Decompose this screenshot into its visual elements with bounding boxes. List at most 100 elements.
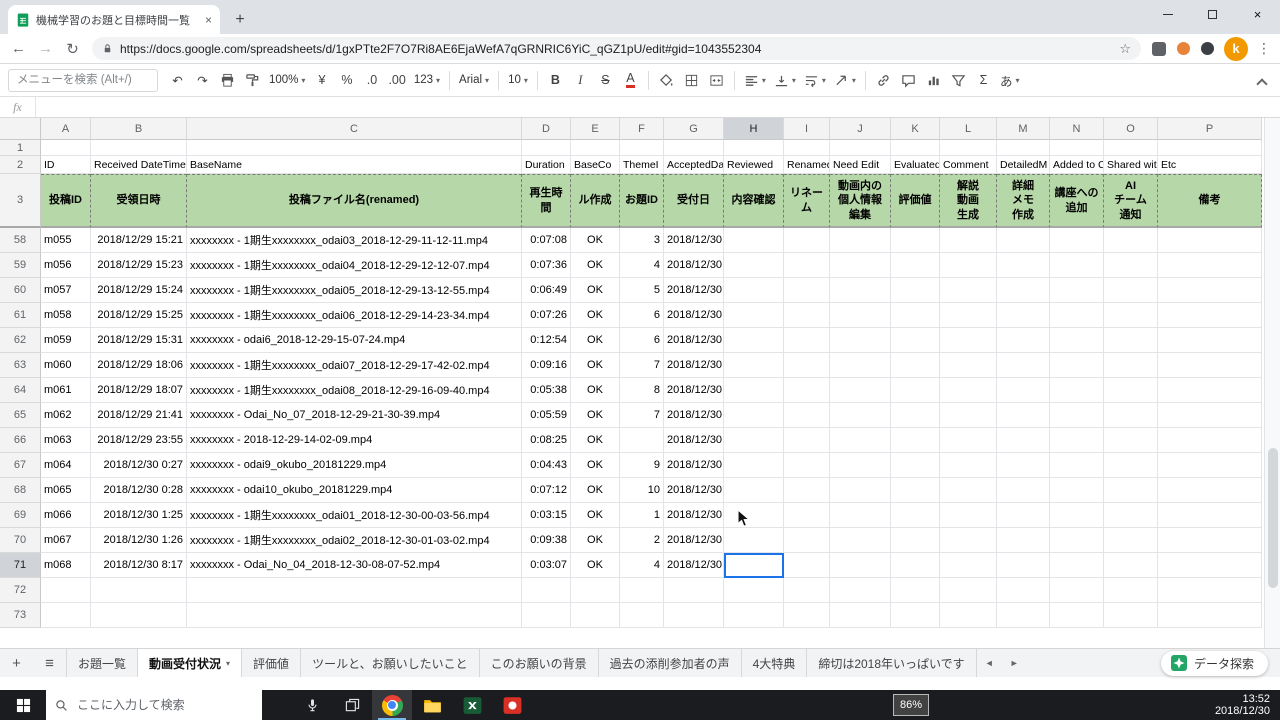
cell-C2[interactable]: BaseName (187, 156, 522, 174)
address-bar[interactable]: https://docs.google.com/spreadsheets/d/1… (92, 37, 1141, 60)
fill-color-icon[interactable] (655, 68, 678, 92)
increase-decimal-icon[interactable]: .00 (385, 68, 408, 92)
cell-I70[interactable] (784, 528, 830, 553)
cell-O59[interactable] (1104, 253, 1158, 278)
cell-A65[interactable]: m062 (41, 403, 91, 428)
cell-G66[interactable]: 2018/12/30 (664, 428, 724, 453)
cell-K73[interactable] (891, 603, 940, 628)
cell-D71[interactable]: 0:03:07 (522, 553, 571, 578)
start-button[interactable] (0, 690, 46, 720)
cell-F65[interactable]: 7 (620, 403, 664, 428)
cell-E71[interactable]: OK (571, 553, 620, 578)
cell-J68[interactable] (830, 478, 891, 503)
cell-B68[interactable]: 2018/12/30 0:28 (91, 478, 187, 503)
cell-E65[interactable]: OK (571, 403, 620, 428)
cell-J71[interactable] (830, 553, 891, 578)
more-formats-select[interactable]: 123 ▾ (411, 68, 443, 92)
cell-B59[interactable]: 2018/12/29 15:23 (91, 253, 187, 278)
cell-O3[interactable]: AI チーム 通知 (1104, 174, 1158, 228)
cell-B62[interactable]: 2018/12/29 15:31 (91, 328, 187, 353)
cell-K66[interactable] (891, 428, 940, 453)
cell-A68[interactable]: m065 (41, 478, 91, 503)
cell-D67[interactable]: 0:04:43 (522, 453, 571, 478)
cell-J61[interactable] (830, 303, 891, 328)
cell-K64[interactable] (891, 378, 940, 403)
cell-D63[interactable]: 0:09:16 (522, 353, 571, 378)
cell-F63[interactable]: 7 (620, 353, 664, 378)
cell-K68[interactable] (891, 478, 940, 503)
cell-N2[interactable]: Added to C (1050, 156, 1104, 174)
cell-C66[interactable]: xxxxxxxx - 2018-12-29-14-02-09.mp4 (187, 428, 522, 453)
cell-A70[interactable]: m067 (41, 528, 91, 553)
cell-C62[interactable]: xxxxxxxx - odai6_2018-12-29-15-07-24.mp4 (187, 328, 522, 353)
cell-H66[interactable] (724, 428, 784, 453)
cell-J73[interactable] (830, 603, 891, 628)
cell-M70[interactable] (997, 528, 1050, 553)
sheet-tab-7[interactable]: 4大特典 (742, 649, 808, 677)
cell-L66[interactable] (940, 428, 997, 453)
cell-G64[interactable]: 2018/12/30 (664, 378, 724, 403)
insert-comment-icon[interactable] (897, 68, 920, 92)
cell-P70[interactable] (1158, 528, 1262, 553)
cell-I72[interactable] (784, 578, 830, 603)
column-header-B[interactable]: B (91, 118, 187, 140)
horizontal-align-icon[interactable]: ▾ (741, 68, 769, 92)
cell-N66[interactable] (1050, 428, 1104, 453)
cell-E73[interactable] (571, 603, 620, 628)
cell-E70[interactable]: OK (571, 528, 620, 553)
cell-K59[interactable] (891, 253, 940, 278)
column-header-P[interactable]: P (1158, 118, 1262, 140)
cell-E72[interactable] (571, 578, 620, 603)
cell-G60[interactable]: 2018/12/30 (664, 278, 724, 303)
row-header-62[interactable]: 62 (0, 328, 41, 353)
cell-I69[interactable] (784, 503, 830, 528)
all-sheets-menu-icon[interactable]: ≡ (33, 649, 66, 677)
cell-A72[interactable] (41, 578, 91, 603)
cell-L63[interactable] (940, 353, 997, 378)
cell-L3[interactable]: 解説 動画 生成 (940, 174, 997, 228)
cell-M3[interactable]: 詳細 メモ 作成 (997, 174, 1050, 228)
cell-D66[interactable]: 0:08:25 (522, 428, 571, 453)
cell-G67[interactable]: 2018/12/30 (664, 453, 724, 478)
cell-K70[interactable] (891, 528, 940, 553)
cell-O65[interactable] (1104, 403, 1158, 428)
cell-N73[interactable] (1050, 603, 1104, 628)
cell-P1[interactable] (1158, 140, 1262, 156)
browser-menu-icon[interactable]: ⋮ (1254, 40, 1274, 57)
cell-M59[interactable] (997, 253, 1050, 278)
cell-O70[interactable] (1104, 528, 1158, 553)
cell-F2[interactable]: ThemeI (620, 156, 664, 174)
cell-P64[interactable] (1158, 378, 1262, 403)
cell-N64[interactable] (1050, 378, 1104, 403)
taskbar-search-input[interactable] (75, 697, 253, 713)
text-rotation-icon[interactable]: ▾ (831, 68, 859, 92)
cell-N67[interactable] (1050, 453, 1104, 478)
cell-I71[interactable] (784, 553, 830, 578)
row-header-61[interactable]: 61 (0, 303, 41, 328)
cell-F60[interactable]: 5 (620, 278, 664, 303)
cell-H62[interactable] (724, 328, 784, 353)
cell-I67[interactable] (784, 453, 830, 478)
cell-A73[interactable] (41, 603, 91, 628)
column-header-I[interactable]: I (784, 118, 830, 140)
cell-G61[interactable]: 2018/12/30 (664, 303, 724, 328)
cell-C60[interactable]: xxxxxxxx - 1期生xxxxxxxx_odai05_2018-12-29… (187, 278, 522, 303)
cell-B65[interactable]: 2018/12/29 21:41 (91, 403, 187, 428)
cell-F73[interactable] (620, 603, 664, 628)
cell-L61[interactable] (940, 303, 997, 328)
row-header-71[interactable]: 71 (0, 553, 41, 578)
cell-N1[interactable] (1050, 140, 1104, 156)
cell-D70[interactable]: 0:09:38 (522, 528, 571, 553)
cell-O2[interactable]: Shared wit (1104, 156, 1158, 174)
cell-N59[interactable] (1050, 253, 1104, 278)
input-tools-icon[interactable]: あ ▾ (997, 68, 1023, 92)
cell-O69[interactable] (1104, 503, 1158, 528)
formula-input[interactable] (36, 97, 1280, 117)
cell-D68[interactable]: 0:07:12 (522, 478, 571, 503)
cell-A62[interactable]: m059 (41, 328, 91, 353)
cell-H59[interactable] (724, 253, 784, 278)
cell-G63[interactable]: 2018/12/30 (664, 353, 724, 378)
column-header-F[interactable]: F (620, 118, 664, 140)
cell-F59[interactable]: 4 (620, 253, 664, 278)
cell-L68[interactable] (940, 478, 997, 503)
